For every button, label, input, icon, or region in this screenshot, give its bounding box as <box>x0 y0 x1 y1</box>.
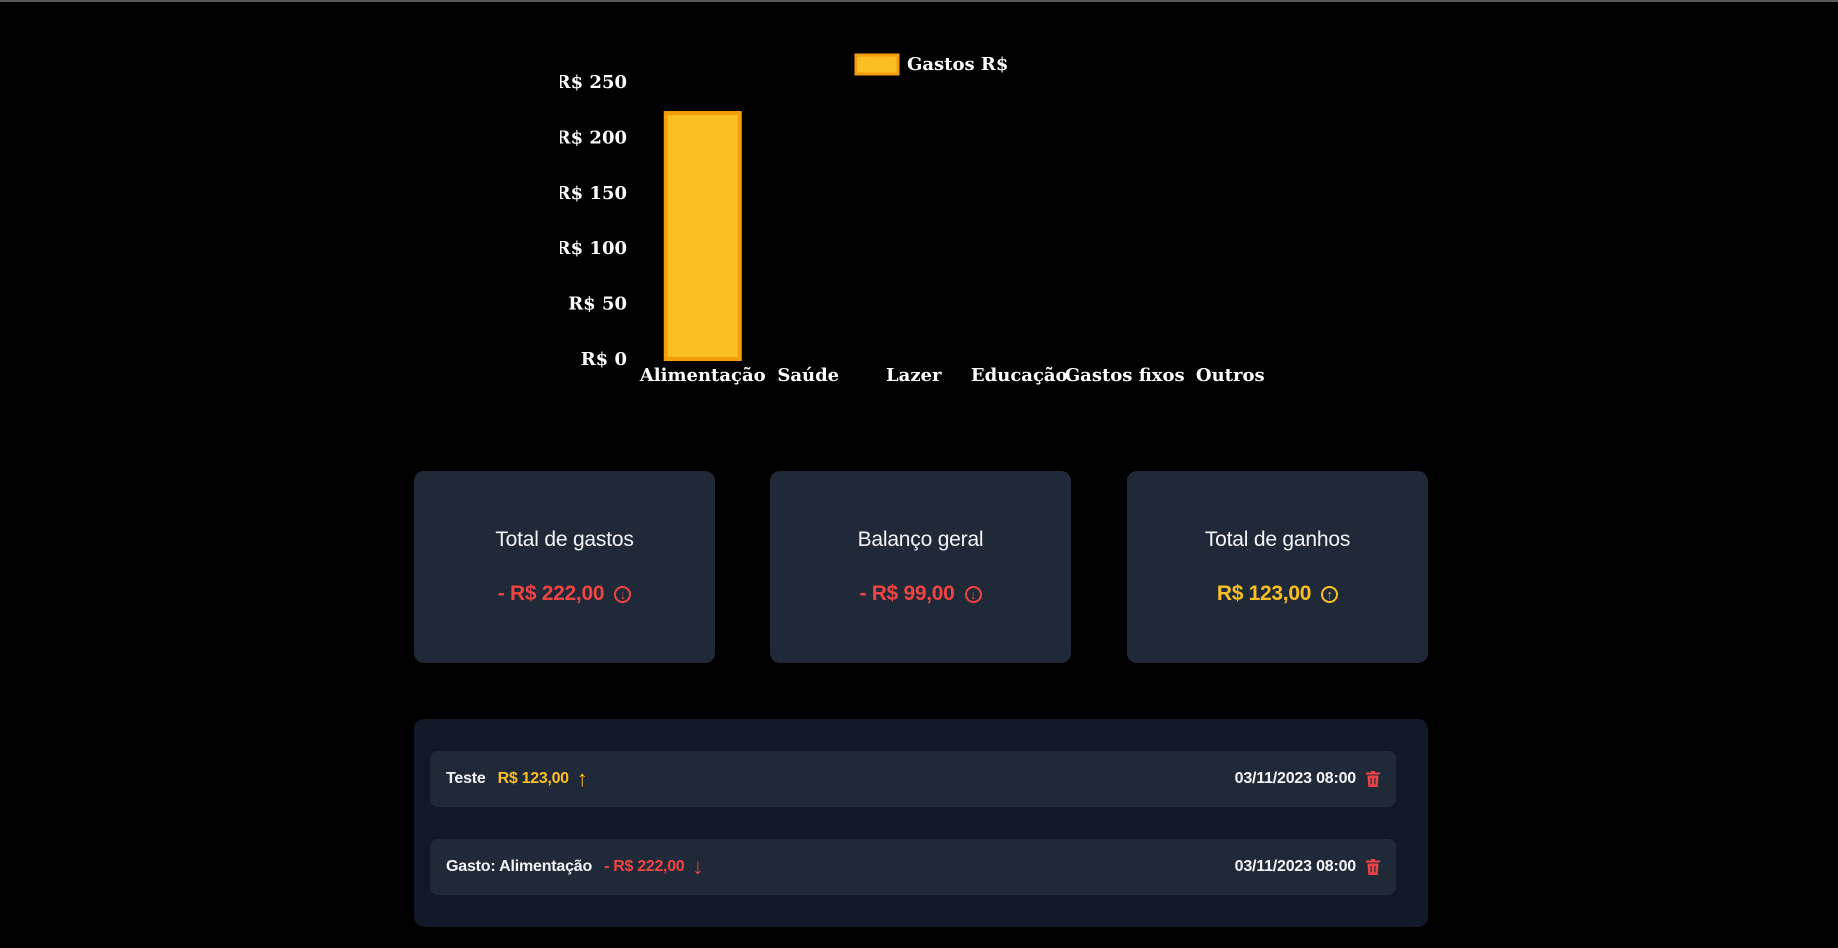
summary-cards: Total de gastos - R$ 222,00 ↓ Balanço ge… <box>414 471 1428 663</box>
x-tick-label: Saúde <box>777 365 839 386</box>
card-total-expenses: Total de gastos - R$ 222,00 ↓ <box>414 471 715 663</box>
card-value: R$ 123,00 ↑ <box>1216 582 1339 606</box>
transaction-description: Gasto: Alimentação <box>446 858 593 875</box>
arrow-down-icon: ↓ <box>692 854 704 879</box>
card-overall-balance: Balanço geral - R$ 99,00 ↓ <box>770 471 1071 663</box>
transaction-amount: R$ 123,00 <box>497 770 569 787</box>
card-title: Balanço geral <box>857 528 984 551</box>
y-tick-label: R$ 150 <box>560 183 627 204</box>
bar-0 <box>663 111 742 361</box>
y-tick-label: R$ 250 <box>560 72 627 93</box>
transaction-amount: - R$ 222,00 <box>604 858 685 875</box>
transaction-row: Teste R$ 123,00 ↑ 03/11/2023 08:00 <box>430 751 1396 807</box>
arrow-up-icon: ↑ <box>576 766 588 791</box>
trash-icon[interactable] <box>1366 859 1380 875</box>
y-tick-label: R$ 100 <box>560 238 627 259</box>
card-title: Total de gastos <box>495 528 634 551</box>
transaction-description: Teste <box>446 770 486 787</box>
expenses-bar-chart: Gastos R$ R$ 0 R$ 50 R$ 100 R$ 150 R$ 200 R$ 2… <box>560 53 1265 386</box>
transactions-panel: Teste R$ 123,00 ↑ 03/11/2023 08:00 Gasto… <box>414 719 1428 927</box>
trash-icon[interactable] <box>1366 771 1380 787</box>
card-amount: - R$ 222,00 <box>497 582 605 605</box>
transaction-info: Teste R$ 123,00 ↑ <box>446 768 588 790</box>
x-tick-label: Outros <box>1196 365 1265 386</box>
legend-swatch <box>854 53 900 76</box>
arrow-down-circle-icon: ↓ <box>964 585 982 603</box>
transaction-row: Gasto: Alimentação - R$ 222,00 ↓ 03/11/2… <box>430 839 1396 895</box>
card-value: - R$ 99,00 ↓ <box>859 582 982 606</box>
legend-label: Gastos R$ <box>907 54 1008 75</box>
x-tick-label: Educação <box>971 365 1068 386</box>
arrow-up-circle-icon: ↑ <box>1321 585 1339 603</box>
transaction-info: Gasto: Alimentação - R$ 222,00 ↓ <box>446 856 703 878</box>
card-amount: R$ 123,00 <box>1216 582 1312 605</box>
card-amount: - R$ 99,00 <box>859 582 955 605</box>
card-value: - R$ 222,00 ↓ <box>497 582 632 606</box>
arrow-down-circle-icon: ↓ <box>614 585 632 603</box>
y-tick-label: R$ 0 <box>581 349 627 370</box>
transaction-date: 03/11/2023 08:00 <box>1234 858 1357 875</box>
x-tick-label: Gastos fixos <box>1065 365 1185 386</box>
y-tick-label: R$ 200 <box>560 127 627 148</box>
card-total-income: Total de ganhos R$ 123,00 ↑ <box>1127 471 1428 663</box>
y-tick-label: R$ 50 <box>568 294 627 315</box>
transaction-meta: 03/11/2023 08:00 <box>1235 858 1380 876</box>
top-divider <box>0 0 1838 2</box>
transaction-meta: 03/11/2023 08:00 <box>1235 770 1380 788</box>
card-title: Total de ganhos <box>1204 528 1351 551</box>
x-tick-label: Alimentação <box>639 365 766 386</box>
transaction-date: 03/11/2023 08:00 <box>1234 770 1357 787</box>
x-tick-label: Lazer <box>886 365 942 386</box>
